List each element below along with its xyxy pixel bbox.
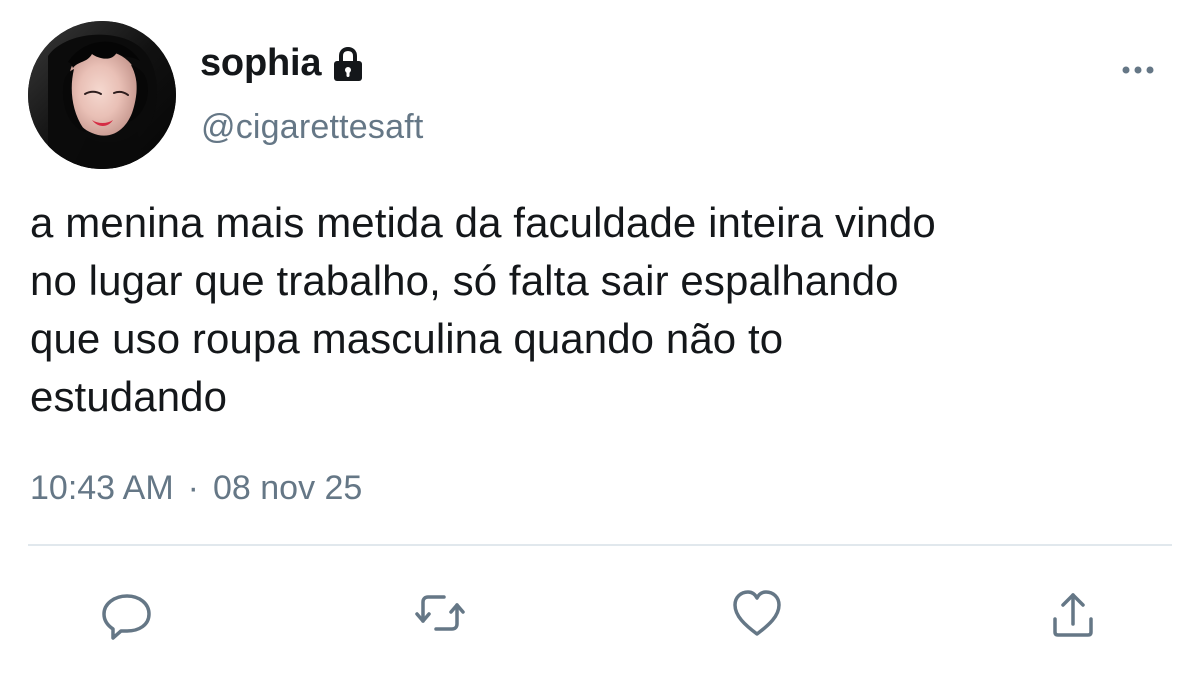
profile-avatar[interactable] bbox=[28, 21, 176, 169]
tweet-text: a menina mais metida da faculdade inteir… bbox=[30, 199, 936, 420]
display-name[interactable]: sophia bbox=[200, 38, 321, 88]
tweet-actions-bar bbox=[0, 580, 1200, 650]
more-icon bbox=[1122, 66, 1154, 74]
share-button[interactable] bbox=[1043, 583, 1103, 643]
lock-icon bbox=[331, 45, 365, 83]
share-icon bbox=[1053, 593, 1093, 637]
tweet-time[interactable]: 10:43 AM bbox=[30, 466, 174, 510]
tweet-card: sophia @cigarettesaft a menina mais meti… bbox=[0, 0, 1200, 698]
retweet-button[interactable] bbox=[410, 583, 470, 643]
author-handle[interactable]: @cigarettesaft bbox=[201, 105, 424, 149]
more-button[interactable] bbox=[1114, 54, 1162, 86]
actions-divider bbox=[28, 544, 1172, 546]
tweet-metadata: 10:43 AM · 08 nov 25 bbox=[30, 466, 362, 510]
reply-button[interactable] bbox=[97, 583, 157, 643]
heart-icon bbox=[733, 590, 781, 636]
tweet-date[interactable]: 08 nov 25 bbox=[213, 466, 362, 510]
retweet-icon bbox=[415, 595, 465, 631]
metadata-separator: · bbox=[187, 469, 199, 507]
avatar-image bbox=[28, 21, 176, 169]
author-name-row[interactable]: sophia bbox=[200, 38, 365, 88]
reply-icon bbox=[102, 594, 151, 640]
like-button[interactable] bbox=[727, 583, 787, 643]
